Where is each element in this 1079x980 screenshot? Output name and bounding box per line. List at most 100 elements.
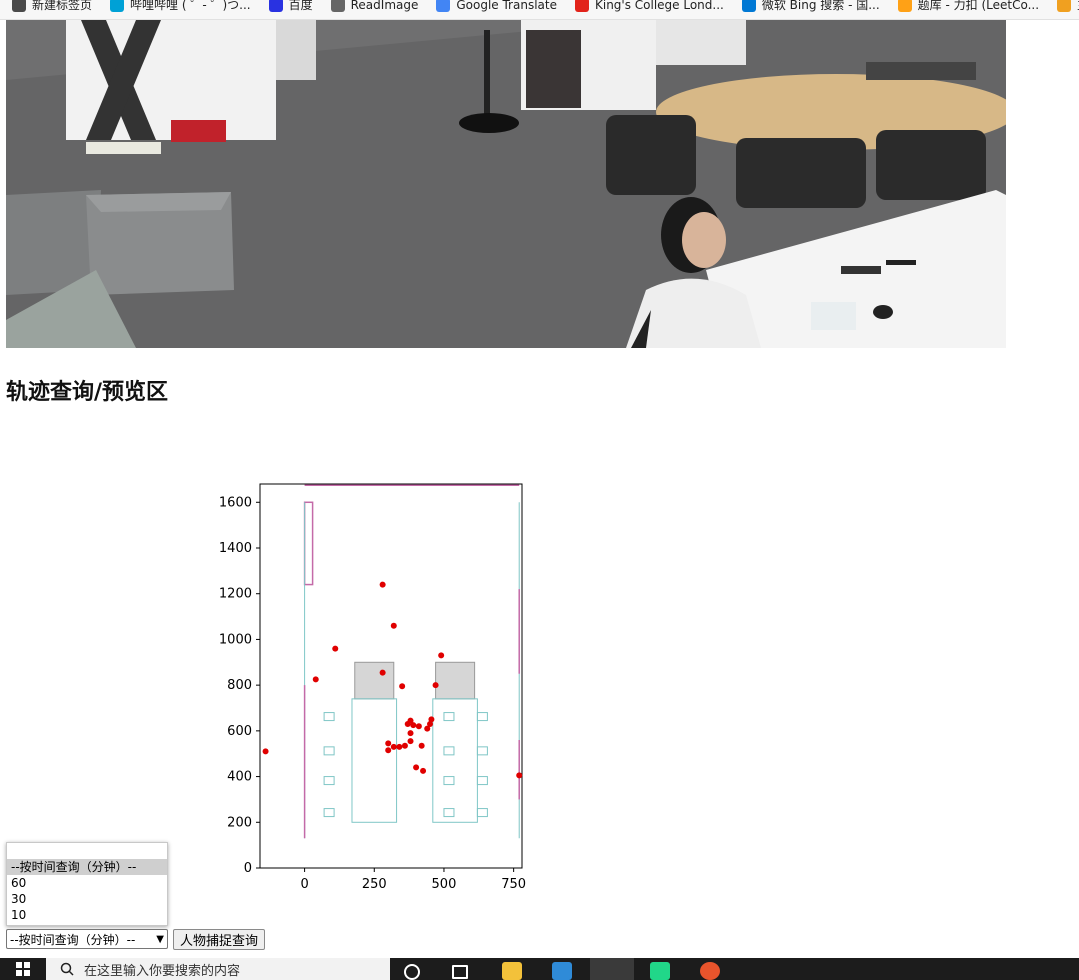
trajectory-point: [415, 723, 422, 730]
trajectory-point: [407, 730, 414, 737]
floorplan-chair: [323, 712, 335, 722]
trajectory-point: [332, 645, 339, 652]
trajectory-point: [418, 742, 425, 749]
taskbar-search[interactable]: 在这里输入你要搜索的内容: [46, 958, 390, 980]
bookmark-item[interactable]: ReadImage: [330, 0, 419, 12]
windows-icon: [16, 962, 30, 976]
search-icon: [60, 962, 74, 976]
floorplan-chair: [476, 776, 488, 786]
floorplan-chair: [323, 808, 335, 818]
floorplan-chair: [443, 746, 455, 756]
trajectory-point: [390, 743, 397, 750]
bookmark-item[interactable]: Google Translate: [436, 0, 557, 12]
bookmark-icon: [110, 0, 125, 12]
bookmark-label: 哔哩哔哩 ( ゜- ゜)つ...: [130, 0, 251, 12]
start-button[interactable]: [0, 958, 46, 980]
y-tick-label: 1400: [219, 541, 252, 556]
trajectory-point: [516, 772, 523, 779]
x-tick-label: 500: [432, 877, 457, 892]
bookmark-item[interactable]: 题库 - 力扣 (LeetCo...: [897, 0, 1039, 13]
floorplan-desk: [432, 698, 478, 823]
dropdown-option[interactable]: --按时间查询（分钟）--: [7, 859, 167, 875]
bookmark-item[interactable]: 哔哩哔哩 ( ゜- ゜)つ...: [110, 0, 251, 13]
trajectory-point: [424, 725, 431, 732]
y-tick-label: 600: [227, 724, 252, 739]
trajectory-point: [438, 652, 445, 659]
task-view-icon[interactable]: [452, 965, 468, 979]
bookmark-item[interactable]: 百度: [268, 0, 313, 13]
y-tick-label: 1200: [219, 587, 252, 602]
bookmark-icon: [1057, 0, 1072, 12]
app-icon[interactable]: [700, 962, 720, 980]
floorplan-chair: [323, 746, 335, 756]
floorplan-chair: [476, 712, 488, 722]
floorplan-background: [303, 484, 520, 839]
trajectory-point: [379, 669, 386, 676]
floorplan-chair: [443, 712, 455, 722]
dropdown-option[interactable]: 60: [7, 875, 167, 891]
trajectory-point: [379, 581, 386, 588]
bookmark-label: 百度: [288, 0, 313, 12]
trajectory-point: [428, 716, 435, 723]
trajectory-point: [420, 767, 427, 774]
bookmark-label: King's College Lond...: [594, 0, 724, 12]
bookmark-icon: [897, 0, 912, 12]
bookmark-item[interactable]: 新建标签页: [12, 0, 92, 13]
bookmark-label: ReadImage: [350, 0, 419, 12]
bookmark-icon: [741, 0, 756, 12]
bookmark-icon: [574, 0, 589, 12]
bookmark-label: 微软 Bing 搜索 - 国...: [761, 0, 880, 12]
trajectory-point: [262, 748, 269, 755]
query-controls: --按时间查询（分钟）-- ▼ 人物捕捉查询: [6, 929, 266, 950]
bookmark-item[interactable]: King's College Lond...: [574, 0, 724, 12]
x-tick-label: 750: [501, 877, 526, 892]
bookmark-icon: [436, 0, 451, 12]
x-tick-label: 0: [300, 877, 308, 892]
floorplan-chair: [476, 808, 488, 818]
time-select-value: --按时间查询（分钟）--: [10, 932, 136, 947]
bookmark-item[interactable]: 主播排...: [1057, 0, 1079, 13]
taskbar-search-placeholder: 在这里输入你要搜索的内容: [84, 963, 241, 979]
trajectory-point: [385, 740, 392, 747]
control-panel-icon[interactable]: [552, 962, 572, 980]
y-tick-label: 200: [227, 815, 252, 830]
edge-browser-icon[interactable]: [590, 958, 634, 980]
time-select[interactable]: --按时间查询（分钟）-- ▼: [6, 929, 168, 949]
time-dropdown-list: --按时间查询（分钟）-- 60 30 10: [6, 842, 168, 926]
floorplan-chair: [323, 776, 335, 786]
trajectory-point: [396, 743, 403, 750]
trajectory-point: [401, 742, 408, 749]
trajectory-point: [410, 722, 417, 729]
bookmark-item[interactable]: 微软 Bing 搜索 - 国...: [741, 0, 880, 13]
trajectory-point: [312, 676, 319, 683]
y-tick-label: 0: [244, 861, 252, 876]
floorplan-chair: [476, 746, 488, 756]
dropdown-option[interactable]: 10: [7, 907, 167, 923]
file-explorer-icon[interactable]: [502, 962, 522, 980]
bookmark-icon: [268, 0, 283, 12]
trajectory-point: [413, 764, 420, 771]
trajectory-point: [399, 683, 406, 690]
cortana-icon[interactable]: [404, 964, 420, 980]
section-title: 轨迹查询/预览区: [6, 380, 169, 405]
floorplan-desk: [354, 661, 395, 700]
y-tick-label: 1000: [219, 632, 252, 647]
floorplan-desk: [351, 698, 398, 823]
bookmarks-bar: 新建标签页 哔哩哔哩 ( ゜- ゜)つ... 百度 ReadImage Google T…: [0, 0, 1079, 20]
dropdown-option[interactable]: 30: [7, 891, 167, 907]
bookmark-label: Google Translate: [456, 0, 557, 12]
trajectory-point: [432, 682, 439, 689]
bookmark-icon: [330, 0, 345, 12]
bookmark-label: 新建标签页: [32, 0, 93, 12]
floorplan-chair: [443, 808, 455, 818]
trajectory-point: [390, 622, 397, 629]
chevron-down-icon: ▼: [156, 933, 164, 945]
y-tick-label: 400: [227, 770, 252, 785]
x-tick-label: 250: [362, 877, 387, 892]
trajectory-point: [385, 747, 392, 754]
taskbar: 在这里输入你要搜索的内容: [0, 958, 1079, 980]
trajectory-point: [407, 738, 414, 745]
pycharm-icon[interactable]: [650, 962, 670, 980]
y-tick-label: 800: [227, 678, 252, 693]
person-capture-query-button[interactable]: 人物捕捉查询: [173, 929, 266, 950]
